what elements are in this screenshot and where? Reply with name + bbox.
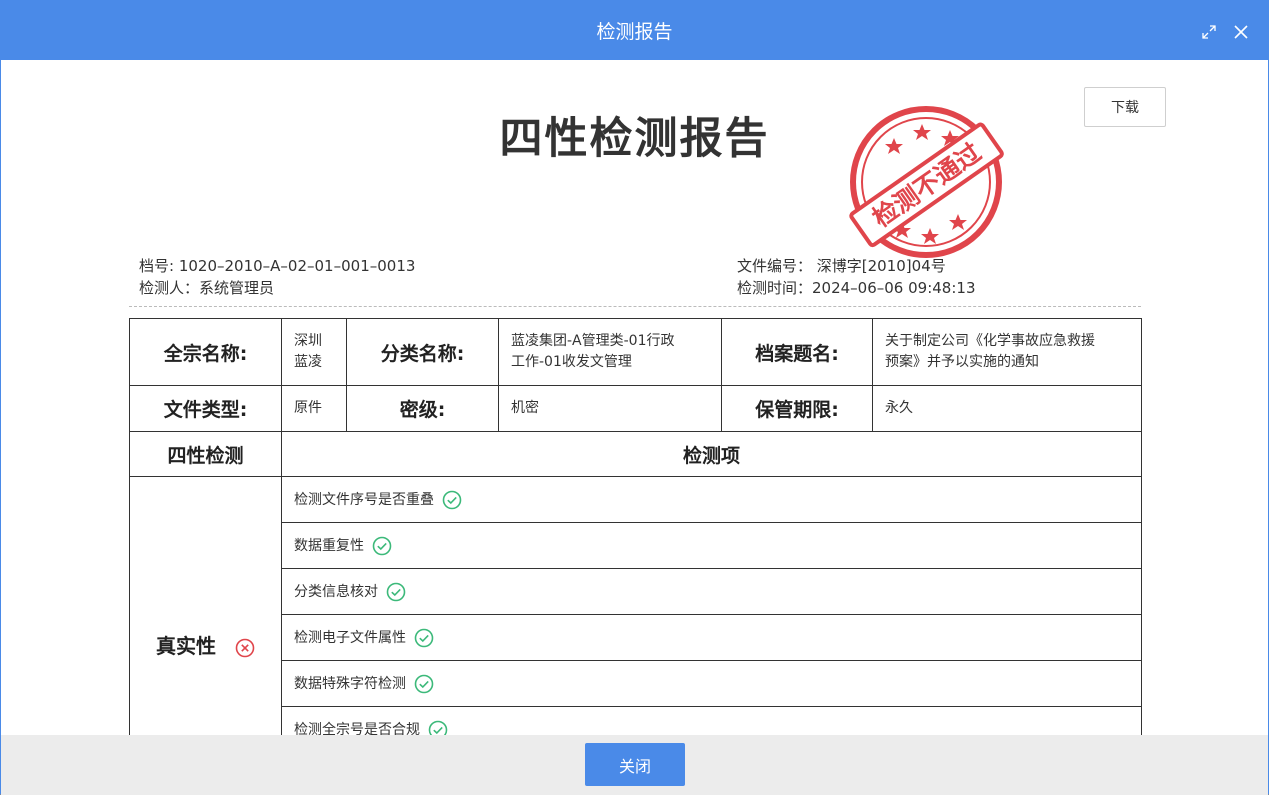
check-circle-icon bbox=[386, 582, 406, 602]
report-title: 四性检测报告 bbox=[499, 114, 770, 164]
check-circle-icon bbox=[428, 720, 448, 735]
file-type-label: 文件类型: bbox=[129, 385, 282, 432]
check-items-header: 检测项 bbox=[281, 431, 1142, 477]
check-row: 数据特殊字符检测 bbox=[130, 660, 1142, 707]
meta-left: 档号: 1020–2010–A–02–01–001–0013 检测人：系统管理员 bbox=[139, 255, 415, 299]
fail-icon bbox=[235, 638, 255, 657]
category-name-label: 分类名称: bbox=[346, 318, 499, 386]
close-icon[interactable] bbox=[1232, 23, 1250, 41]
check-circle-icon bbox=[414, 674, 434, 694]
retention-period-value: 永久 bbox=[872, 385, 1142, 432]
stamp-image: 检测不通过 bbox=[849, 106, 1004, 258]
dialog-header: 检测报告 bbox=[1, 1, 1268, 60]
check-row: 检测电子文件属性 bbox=[130, 614, 1142, 661]
check-row: 检测全宗号是否合规 bbox=[130, 706, 1142, 735]
archive-number: 档号: 1020–2010–A–02–01–001–0013 bbox=[139, 257, 416, 275]
check-circle-icon bbox=[372, 536, 392, 556]
meta-right: 文件编号： 深博字[2010]04号 检测时间：2024–06–06 09:48… bbox=[737, 255, 976, 299]
dialog-title: 检测报告 bbox=[596, 21, 673, 43]
check-item: 数据重复性 bbox=[281, 522, 1142, 569]
authenticity-cell: 真实性 bbox=[129, 476, 282, 735]
check-circle-icon bbox=[442, 490, 462, 510]
check-row: 分类信息核对 bbox=[130, 568, 1142, 615]
retention-period-label: 保管期限: bbox=[721, 385, 873, 432]
category-name-value: 蓝凌集团-A管理类-01行政 工作-01收发文管理 bbox=[498, 318, 722, 386]
security-level-label: 密级: bbox=[346, 385, 499, 432]
close-button[interactable]: 关闭 bbox=[585, 743, 685, 786]
download-button[interactable]: 下载 bbox=[1084, 87, 1166, 127]
table-row: 全宗名称: 深圳 蓝凌 分类名称: 蓝凌集团-A管理类-01行政 工作-01收发文管… bbox=[129, 318, 1142, 386]
archive-title-value: 关于制定公司《化学事故应急救援 预案》并予以实施的通知 bbox=[872, 318, 1142, 386]
check-item: 检测电子文件属性 bbox=[281, 614, 1142, 661]
authenticity-label: 真实性 bbox=[156, 634, 217, 658]
check-item: 检测全宗号是否合规 bbox=[281, 706, 1142, 735]
check-item: 检测文件序号是否重叠 bbox=[281, 476, 1142, 523]
dashed-divider bbox=[129, 306, 1141, 307]
dialog-footer: 关闭 bbox=[1, 735, 1268, 795]
table-header-row: 四性检测 检测项 bbox=[129, 431, 1142, 477]
expand-icon[interactable] bbox=[1200, 23, 1218, 41]
archive-title-label: 档案题名: bbox=[721, 318, 873, 386]
fonds-name-value: 深圳 蓝凌 bbox=[281, 318, 347, 386]
check-row: 真实性 检测文件序号是否重叠 bbox=[129, 476, 1142, 735]
check-item: 分类信息核对 bbox=[281, 568, 1142, 615]
file-number: 文件编号： 深博字[2010]04号 bbox=[737, 257, 946, 275]
dialog-body: 四性检测报告 下载 检测不通过 档号: 1020–2010–A–02–01–00… bbox=[1, 60, 1268, 735]
check-row: 数据重复性 bbox=[130, 522, 1142, 569]
check-time: 检测时间：2024–06–06 09:48:13 bbox=[737, 279, 976, 297]
file-type-value: 原件 bbox=[281, 385, 347, 432]
four-checks-header: 四性检测 bbox=[129, 431, 282, 477]
security-level-value: 机密 bbox=[498, 385, 722, 432]
stamp-text: 检测不通过 bbox=[867, 137, 986, 232]
report-table: 全宗名称: 深圳 蓝凌 分类名称: 蓝凌集团-A管理类-01行政 工作-01收发文管… bbox=[129, 318, 1142, 735]
fonds-name-label: 全宗名称: bbox=[129, 318, 282, 386]
table-row: 文件类型: 原件 密级: 机密 保管期限: 永久 bbox=[129, 385, 1142, 432]
report-dialog: 检测报告 四性检测报告 下载 检测不通过 档号: 1020–2010–A–02–… bbox=[0, 0, 1269, 795]
inspector: 检测人：系统管理员 bbox=[139, 279, 275, 297]
check-item: 数据特殊字符检测 bbox=[281, 660, 1142, 707]
check-circle-icon bbox=[414, 628, 434, 648]
